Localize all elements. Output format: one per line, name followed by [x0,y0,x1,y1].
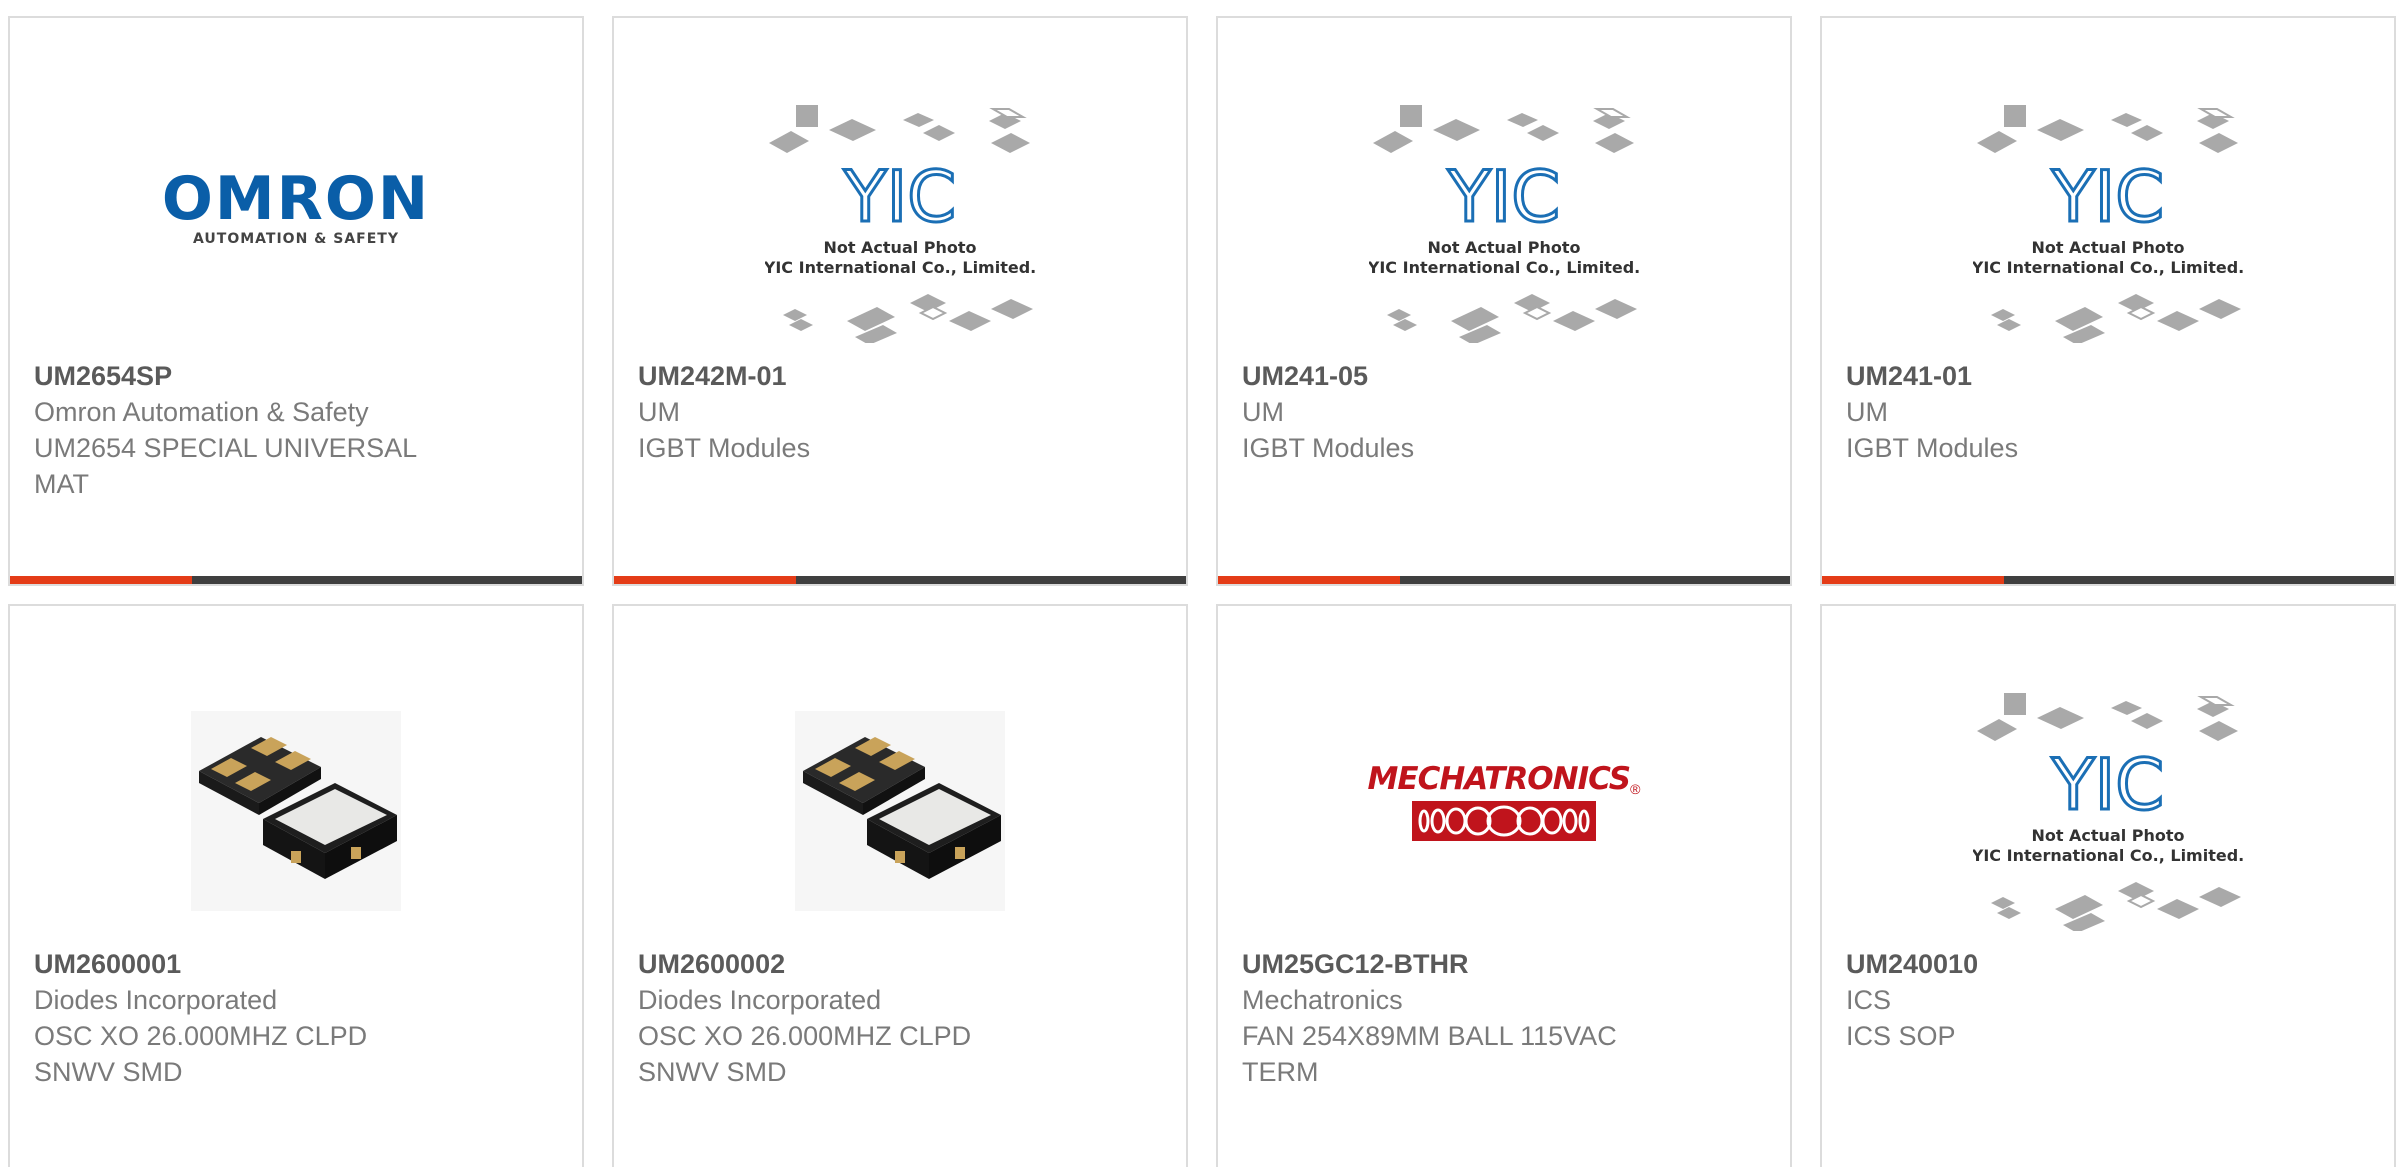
product-info: UM2654SP Omron Automation & Safety UM265… [34,358,562,502]
product-description: FAN 254X89MM BALL 115VAC TERM [1242,1021,1617,1087]
manufacturer-name: UM [638,397,680,427]
part-number-link[interactable]: UM2600002 [638,946,1166,982]
product-card[interactable]: YIC Not Actual Photo YIC International C… [612,16,1188,586]
card-bottom-bar [10,576,582,584]
product-card[interactable]: YIC Not Actual Photo YIC International C… [1216,16,1792,586]
yic-logo: YIC [843,156,956,238]
product-description: UM2654 SPECIAL UNIVERSAL MAT [34,433,417,499]
product-info: UM2600002 Diodes Incorporated OSC XO 26.… [638,946,1166,1090]
product-image[interactable] [10,686,582,936]
product-image[interactable] [614,686,1186,936]
card-accent-bar [614,576,796,584]
product-card[interactable]: UM2600001 Diodes Incorporated OSC XO 26.… [8,604,584,1167]
manufacturer-name: Diodes Incorporated [638,985,882,1015]
product-image[interactable]: YIC Not Actual Photo YIC International C… [1822,98,2394,348]
product-description: IGBT Modules [1846,433,2019,463]
product-info: UM241-01 UM IGBT Modules [1846,358,2374,466]
manufacturer-name: ICS [1846,985,1892,1015]
photo-caption: YIC International Co., Limited. [1973,846,2243,865]
product-info: UM2600001 Diodes Incorporated OSC XO 26.… [34,946,562,1090]
part-number-link[interactable]: UM2654SP [34,358,562,394]
product-description: OSC XO 26.000MHZ CLPD SNWV SMD [34,1021,368,1087]
product-image[interactable]: YIC Not Actual Photo YIC International C… [1822,686,2394,936]
manufacturer-name: Diodes Incorporated [34,985,278,1015]
photo-caption: Not Actual Photo [2031,238,2184,257]
yic-logo: YIC [2051,744,2164,826]
product-info: UM242M-01 UM IGBT Modules [638,358,1166,466]
product-card[interactable]: UM2600002 Diodes Incorporated OSC XO 26.… [612,604,1188,1167]
product-description: IGBT Modules [1242,433,1415,463]
mechatronics-emblem [1412,801,1596,841]
yic-logo: YIC [1447,156,1560,238]
photo-caption: YIC International Co., Limited. [1973,258,2243,277]
omron-logo-word: OMRON [161,164,431,234]
placeholder-photo-image: YIC Not Actual Photo YIC International C… [765,105,1035,343]
photo-caption: YIC International Co., Limited. [765,258,1035,277]
product-description: OSC XO 26.000MHZ CLPD SNWV SMD [638,1021,972,1087]
product-info: UM240010 ICS ICS SOP [1846,946,2374,1054]
placeholder-photo-image: YIC Not Actual Photo YIC International C… [1973,105,2243,343]
part-number-link[interactable]: UM241-01 [1846,358,2374,394]
oscillator-photo-image [795,711,1005,911]
part-number-link[interactable]: UM242M-01 [638,358,1166,394]
product-description: IGBT Modules [638,433,811,463]
card-bottom-bar [1822,576,2394,584]
photo-caption: YIC International Co., Limited. [1369,258,1639,277]
product-card[interactable]: YIC Not Actual Photo YIC International C… [1820,16,2396,586]
omron-logo-subtitle: AUTOMATION & SAFETY [193,231,399,247]
placeholder-photo-image: YIC Not Actual Photo YIC International C… [1369,105,1639,343]
registered-mark: ® [1630,781,1641,797]
mechatronics-logo-word: MECHATRONICS [1367,761,1632,797]
card-accent-bar [1218,576,1400,584]
manufacturer-name: Mechatronics [1242,985,1403,1015]
product-grid: OMRON AUTOMATION & SAFETY UM2654SP Omron… [0,0,2400,1167]
product-image[interactable]: MECHATRONICS® [1218,686,1790,936]
manufacturer-name: Omron Automation & Safety [34,397,369,427]
photo-caption: Not Actual Photo [2031,826,2184,845]
oscillator-photo-image [191,711,401,911]
omron-logo: OMRON AUTOMATION & SAFETY [162,169,430,247]
manufacturer-name: UM [1242,397,1284,427]
yic-logo: YIC [2051,156,2164,238]
card-bottom-bar [614,576,1186,584]
manufacturer-name: UM [1846,397,1888,427]
product-info: UM241-05 UM IGBT Modules [1242,358,1770,466]
product-image[interactable]: YIC Not Actual Photo YIC International C… [614,98,1186,348]
photo-caption: Not Actual Photo [823,238,976,257]
part-number-link[interactable]: UM25GC12-BTHR [1242,946,1770,982]
product-image[interactable]: OMRON AUTOMATION & SAFETY [10,98,582,348]
product-description: ICS SOP [1846,1021,1956,1051]
product-card[interactable]: MECHATRONICS® UM25GC12-BTHR Mechatronics… [1216,604,1792,1167]
card-bottom-bar [1218,576,1790,584]
mechatronics-logo: MECHATRONICS® [1367,761,1641,841]
part-number-link[interactable]: UM2600001 [34,946,562,982]
part-number-link[interactable]: UM240010 [1846,946,2374,982]
part-number-link[interactable]: UM241-05 [1242,358,1770,394]
product-card[interactable]: YIC Not Actual Photo YIC International C… [1820,604,2396,1167]
placeholder-photo-image: YIC Not Actual Photo YIC International C… [1973,693,2243,931]
product-card[interactable]: OMRON AUTOMATION & SAFETY UM2654SP Omron… [8,16,584,586]
product-image[interactable]: YIC Not Actual Photo YIC International C… [1218,98,1790,348]
card-accent-bar [1822,576,2004,584]
card-accent-bar [10,576,192,584]
photo-caption: Not Actual Photo [1427,238,1580,257]
product-info: UM25GC12-BTHR Mechatronics FAN 254X89MM … [1242,946,1770,1090]
